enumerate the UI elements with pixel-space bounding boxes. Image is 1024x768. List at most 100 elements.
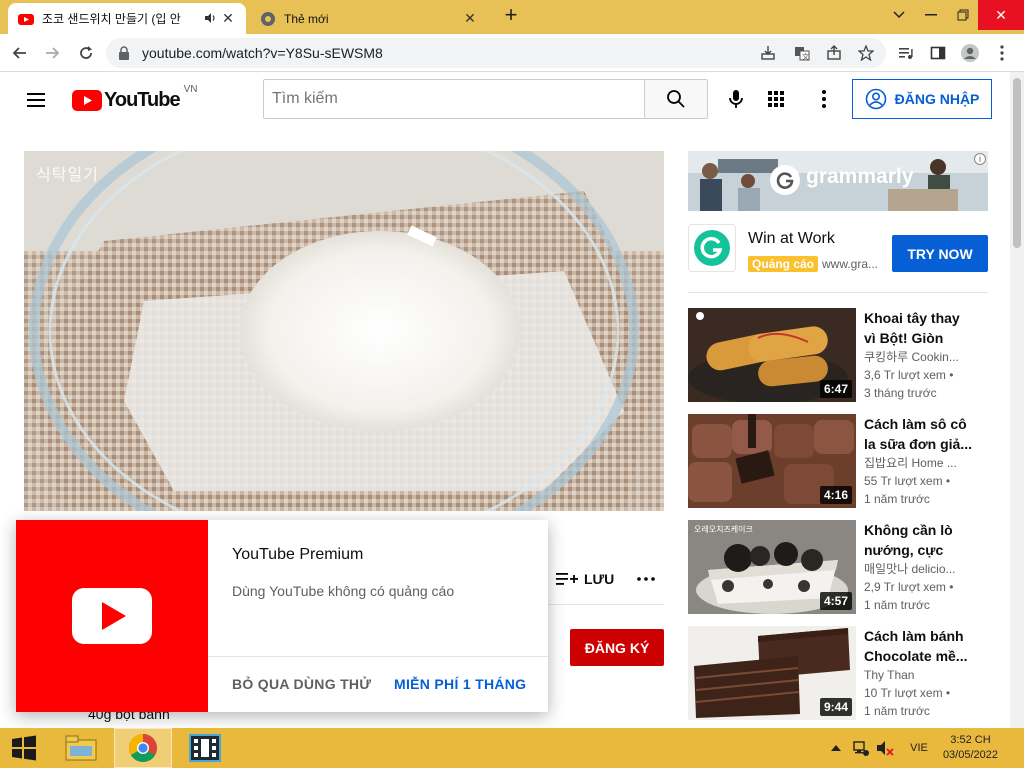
ad-brand-text: grammarly [806, 165, 914, 188]
related-video-item[interactable]: 6:47 Khoai tây thay vì Bột! Giòn và... 쿠… [688, 308, 988, 404]
view-count: 3,6 Tr lượt xem • [864, 368, 954, 382]
address-bar[interactable]: youtube.com/watch?v=Y8Su-sEWSM8 文 [106, 38, 886, 68]
media-control-icon[interactable] [894, 41, 918, 65]
windows-taskbar: VIE 3:52 CH 03/05/2022 [0, 728, 1024, 768]
search-button[interactable] [644, 79, 708, 119]
ad-domain: www.gra... [822, 257, 879, 271]
profile-avatar-icon[interactable] [958, 41, 982, 65]
chrome-favicon-icon [261, 11, 275, 26]
channel-name[interactable]: Thy Than [864, 666, 974, 684]
reload-icon[interactable] [74, 41, 98, 65]
bookmark-star-icon[interactable] [854, 41, 878, 65]
channel-name[interactable]: 쿠킹하루 Cookin... [864, 348, 974, 366]
media-app-icon[interactable] [180, 728, 230, 768]
video-title[interactable]: Khoai tây thay vì Bột! Giòn và... [864, 308, 974, 348]
close-tab-icon[interactable]: ✕ [220, 10, 236, 27]
install-app-icon[interactable] [756, 41, 780, 65]
tab-youtube-video[interactable]: 조코 샌드위치 만들기 (입 안 ✕ [8, 3, 246, 34]
video-thumbnail[interactable]: 9:44 [688, 626, 856, 720]
youtube-favicon-icon [18, 13, 34, 25]
tab-title: 조코 샌드위치 만들기 (입 안 [42, 12, 181, 26]
grammarly-logo-icon [770, 165, 800, 195]
speaker-icon[interactable] [200, 11, 220, 27]
youtube-header: YouTube VN ĐĂNG NHẬP [0, 72, 1010, 128]
video-thumbnail[interactable]: 4:16 [688, 414, 856, 508]
playlist-add-icon [556, 573, 578, 585]
minimize-icon[interactable] [914, 0, 948, 30]
save-label: LƯU [584, 571, 615, 587]
ad-cta-button[interactable]: TRY NOW [892, 235, 988, 272]
youtube-logo[interactable]: YouTube VN [72, 84, 197, 112]
restore-icon[interactable] [946, 0, 980, 30]
lock-icon[interactable] [118, 46, 130, 60]
ad-info-icon[interactable]: i [974, 153, 986, 165]
svg-text:文: 文 [802, 52, 809, 61]
save-button[interactable]: LƯU [556, 568, 614, 590]
premium-promo-image [16, 520, 208, 712]
close-tab-icon[interactable]: ✕ [462, 10, 478, 27]
input-language[interactable]: VIE [904, 728, 934, 768]
search-input[interactable] [264, 80, 644, 118]
ad-headline[interactable]: Win at Work [748, 230, 835, 248]
free-trial-button[interactable]: MIỄN PHÍ 1 THÁNG [394, 676, 526, 692]
related-video-item[interactable]: 4:16 Cách làm sô cô la sữa đơn giả... 집밥… [688, 414, 988, 510]
upload-age: 1 năm trước [864, 598, 930, 612]
sign-in-label: ĐĂNG NHẬP [894, 91, 980, 107]
view-count: 2,9 Tr lượt xem • [864, 580, 954, 594]
file-explorer-icon[interactable] [56, 728, 106, 768]
video-duration: 6:47 [819, 380, 852, 398]
grammarly-app-icon[interactable] [688, 224, 736, 272]
premium-promo-dialog: YouTube Premium Dùng YouTube không có qu… [16, 520, 548, 712]
ad-divider [688, 292, 988, 293]
video-frame-illustration [24, 151, 664, 511]
windows-start-icon[interactable] [0, 728, 48, 768]
related-video-item[interactable]: 오레오치즈케이크 4:57 Không cần lò nướng, cực kỳ… [688, 520, 988, 616]
share-icon[interactable] [822, 41, 846, 65]
settings-more-icon[interactable] [812, 87, 836, 111]
video-player[interactable]: 식탁일기 [24, 151, 664, 511]
tray-up-arrow-icon[interactable] [828, 728, 844, 768]
ad-badge: Quảng cáo [748, 256, 819, 272]
section-divider [548, 604, 664, 605]
video-title[interactable]: Cách làm sô cô la sữa đơn giả... [864, 414, 974, 454]
tab-search-chevron-icon[interactable] [882, 0, 916, 30]
upload-age: 3 tháng trước [864, 386, 937, 400]
volume-muted-icon[interactable] [874, 728, 896, 768]
channel-name[interactable]: 집밥요리 Home ... [864, 454, 974, 472]
browser-tab-strip: 조코 샌드위치 만들기 (입 안 ✕ Thẻ mới ✕ + ✕ [0, 0, 1024, 34]
chrome-menu-icon[interactable] [990, 41, 1014, 65]
youtube-play-logo-icon [72, 89, 102, 111]
microphone-icon[interactable] [724, 87, 748, 111]
network-icon[interactable] [850, 728, 872, 768]
apps-grid-icon[interactable] [764, 87, 788, 111]
close-window-icon[interactable]: ✕ [978, 0, 1024, 30]
menu-hamburger-icon[interactable] [24, 88, 48, 112]
page-scrollbar[interactable] [1010, 72, 1024, 728]
url-text: youtube.com/watch?v=Y8Su-sEWSM8 [142, 45, 383, 61]
translate-icon[interactable]: 文 [790, 41, 814, 65]
chrome-taskbar-icon[interactable] [114, 728, 172, 768]
side-panel-icon[interactable] [926, 41, 950, 65]
video-thumbnail[interactable]: 6:47 [688, 308, 856, 402]
skip-trial-button[interactable]: BỎ QUA DÙNG THỬ [232, 676, 371, 692]
clock-time: 3:52 CH [950, 734, 991, 746]
video-thumbnail[interactable]: 오레오치즈케이크 4:57 [688, 520, 856, 614]
tab-title: Thẻ mới [284, 11, 329, 26]
search-box[interactable] [263, 79, 645, 119]
browser-toolbar: youtube.com/watch?v=Y8Su-sEWSM8 文 [0, 34, 1024, 72]
new-tab-plus-icon[interactable]: + [494, 0, 528, 30]
scrollbar-thumb[interactable] [1013, 78, 1021, 248]
related-video-item[interactable]: 9:44 Cách làm bánh Chocolate mề... Thy T… [688, 626, 988, 722]
subscribe-button[interactable]: ĐĂNG KÝ [570, 629, 664, 666]
forward-arrow-icon[interactable] [40, 41, 64, 65]
channel-name[interactable]: 매일맛나 delicio... [864, 560, 974, 578]
video-title[interactable]: Không cần lò nướng, cực kỳ... [864, 520, 974, 560]
tab-new-tab[interactable]: Thẻ mới ✕ [250, 3, 488, 34]
sign-in-button[interactable]: ĐĂNG NHẬP [852, 79, 992, 119]
ad-banner-image[interactable]: grammarly i [688, 151, 988, 211]
system-clock[interactable]: 3:52 CH 03/05/2022 [943, 733, 998, 763]
account-circle-icon [865, 88, 886, 110]
more-actions-icon[interactable] [636, 568, 656, 590]
video-title[interactable]: Cách làm bánh Chocolate mề... [864, 626, 974, 666]
back-arrow-icon[interactable] [8, 41, 32, 65]
